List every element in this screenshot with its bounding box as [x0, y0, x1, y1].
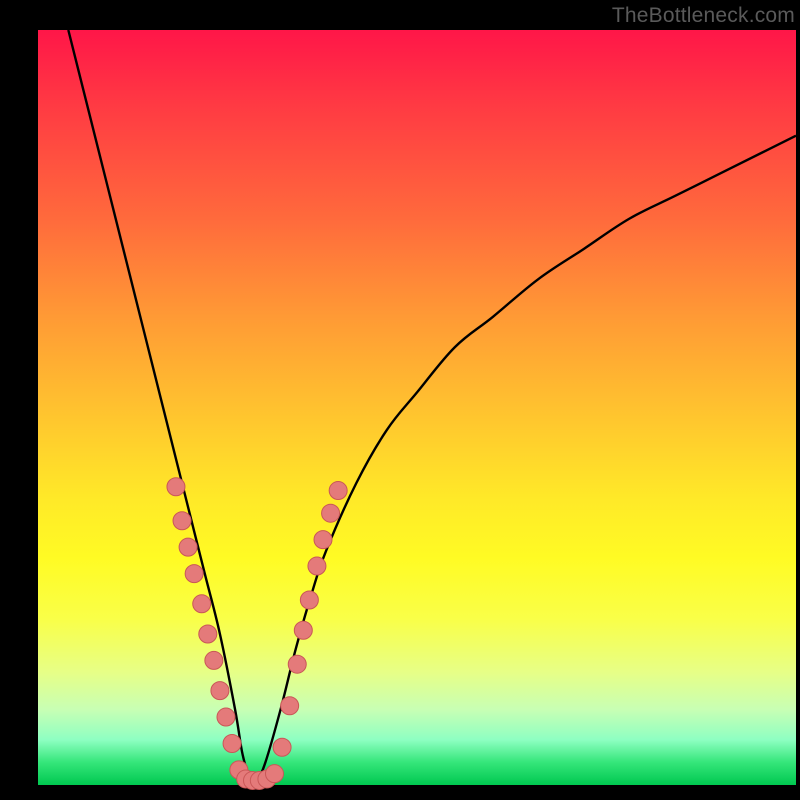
- watermark-text: TheBottleneck.com: [612, 4, 795, 28]
- plot-area: [38, 30, 796, 785]
- outer-frame: TheBottleneck.com: [0, 0, 800, 800]
